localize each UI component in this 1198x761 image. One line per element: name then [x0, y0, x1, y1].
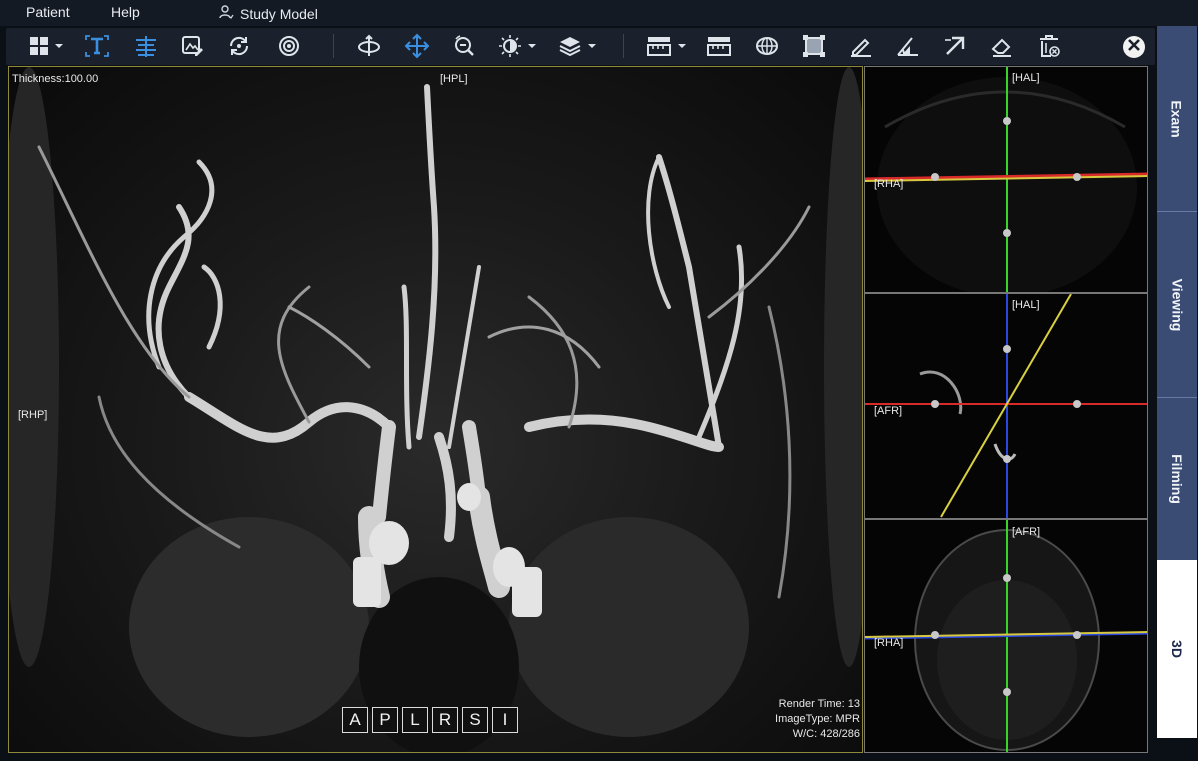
orient-s-button[interactable]: S [462, 707, 488, 733]
orient-a-button[interactable]: A [342, 707, 368, 733]
tab-3d[interactable]: 3D [1157, 560, 1197, 738]
tab-exam[interactable]: Exam [1157, 26, 1197, 211]
pan-button[interactable] [404, 33, 430, 59]
freehand-icon [849, 34, 873, 58]
brightness-icon [498, 34, 542, 58]
menu-bar: Patient Help Study Model [0, 0, 1198, 26]
rotate-3d-button[interactable] [356, 33, 382, 59]
thickness-label: Thickness:100.00 [12, 73, 99, 85]
edit-image-button[interactable] [179, 33, 205, 59]
study-model-label: Study Model [240, 5, 318, 22]
align-icon [133, 34, 159, 58]
rotate-button[interactable] [226, 33, 252, 59]
main-viewport[interactable]: Thickness:100.00 [HPL] [RHP] Render Time… [8, 66, 863, 753]
layers-icon [558, 34, 602, 58]
toolbar [6, 28, 1155, 65]
toolbar-separator [333, 34, 334, 58]
angle-button[interactable] [895, 33, 921, 59]
side-view-1[interactable]: [HAL] [RHA] [864, 66, 1148, 293]
reset-icon [277, 34, 301, 58]
side-view-2-image [865, 294, 1147, 518]
freehand-button[interactable] [848, 33, 874, 59]
orient-p-button[interactable]: P [372, 707, 398, 733]
ruler-button[interactable] [646, 33, 690, 59]
tab-viewing-label: Viewing [1169, 278, 1185, 331]
side-view-3[interactable]: [AFR] [RHA] [864, 519, 1148, 753]
side-view-3-image [865, 520, 1147, 752]
top-orientation-label: [HPL] [440, 73, 468, 85]
ruler-icon [646, 34, 690, 58]
zoom-button[interactable] [451, 33, 477, 59]
side-view-3-left-label: [RHA] [874, 637, 904, 649]
eraser-button[interactable] [989, 33, 1015, 59]
pan-icon [404, 33, 430, 59]
render-info: Render Time: 13 ImageType: MPR W/C: 428/… [775, 697, 860, 742]
delete-all-icon [1037, 34, 1061, 58]
zoom-icon [452, 34, 476, 58]
side-view-1-left-label: [RHA] [874, 178, 904, 190]
orientation-buttons: A P L R S I [342, 707, 518, 733]
side-view-2[interactable]: [HAL] [AFR] [864, 293, 1148, 519]
ellipse-roi-icon [754, 34, 780, 58]
orient-i-button[interactable]: I [492, 707, 518, 733]
side-view-3-top-label: [AFR] [1012, 526, 1041, 538]
menu-help[interactable]: Help [111, 4, 140, 20]
right-tab-bar: Exam Viewing Filming 3D [1157, 26, 1197, 738]
ellipse-roi-button[interactable] [754, 33, 780, 59]
toolbar-separator [623, 34, 624, 58]
rect-roi-button[interactable] [801, 33, 827, 59]
layout-icon [28, 35, 68, 57]
tab-3d-label: 3D [1169, 640, 1185, 658]
arrow-button[interactable] [942, 33, 968, 59]
reset-button[interactable] [276, 33, 302, 59]
brightness-button[interactable] [498, 33, 542, 59]
side-view-2-left-label: [AFR] [874, 405, 903, 417]
orient-r-button[interactable]: R [432, 707, 458, 733]
measure-icon [706, 34, 732, 58]
tab-filming[interactable]: Filming [1157, 398, 1197, 560]
user-icon [218, 4, 234, 23]
side-view-1-image [865, 67, 1147, 292]
tab-filming-label: Filming [1169, 454, 1185, 504]
close-icon [1127, 38, 1141, 57]
menu-patient[interactable]: Patient [26, 4, 70, 20]
edit-image-icon [180, 34, 204, 58]
render-time-label: Render Time: 13 [778, 698, 860, 710]
window-center-label: W/C: 428/286 [792, 728, 860, 740]
left-orientation-label: [RHP] [18, 409, 48, 421]
image-type-label: ImageType: MPR [775, 713, 860, 725]
close-button[interactable] [1123, 36, 1145, 58]
tab-exam-label: Exam [1168, 99, 1185, 138]
rect-roi-icon [802, 34, 826, 58]
arrow-icon [943, 34, 967, 58]
rotate-icon [227, 34, 251, 58]
measure-button[interactable] [706, 33, 732, 59]
angle-icon [896, 34, 920, 58]
text-button[interactable] [84, 33, 110, 59]
side-view-1-top-label: [HAL] [1012, 72, 1040, 84]
menu-study-model[interactable]: Study Model [218, 4, 318, 23]
orient-l-button[interactable]: L [402, 707, 428, 733]
eraser-icon [990, 34, 1014, 58]
align-button[interactable] [133, 33, 159, 59]
vessel-render [9, 67, 862, 752]
layers-button[interactable] [558, 33, 602, 59]
side-view-2-top-label: [HAL] [1012, 299, 1040, 311]
text-icon [84, 34, 110, 58]
delete-all-button[interactable] [1036, 33, 1062, 59]
layout-button[interactable] [26, 33, 70, 59]
tab-viewing[interactable]: Viewing [1157, 212, 1197, 397]
rotate-3d-icon [356, 34, 382, 58]
